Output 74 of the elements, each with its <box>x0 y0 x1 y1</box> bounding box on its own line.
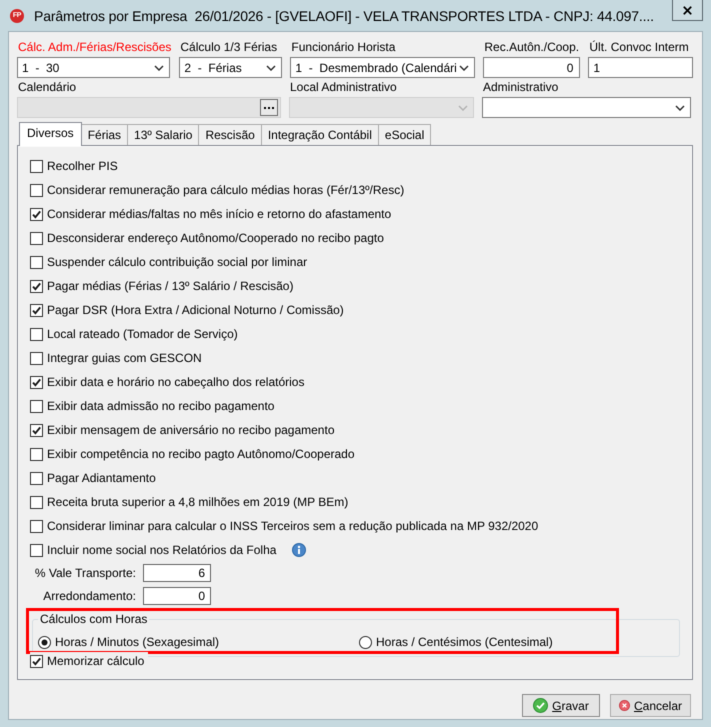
checkbox-label: Considerar remuneração para cálculo médias horas (Fér/13º/Resc) <box>47 183 404 197</box>
radio-button[interactable] <box>38 636 51 648</box>
checkbox-label: Considerar liminar para calcular o INSS Terceiros sem a redução publicada na MP 932/2020 <box>47 519 538 533</box>
chevron-down-icon <box>458 104 468 110</box>
checkbox[interactable] <box>30 376 43 388</box>
window-title: Parâmetros por Empresa 26/01/2026 - [GVELAOFI] - VELA TRANSPORTES LTDA - CNPJ: 44.097.... <box>34 8 654 24</box>
checkbox-label: Desconsiderar endereço Autônomo/Cooperado no recibo pagto <box>47 231 384 245</box>
checkbox-label: Memorizar cálculo <box>47 654 144 668</box>
checkbox[interactable] <box>30 328 43 340</box>
close-icon <box>683 6 692 14</box>
checkbox[interactable] <box>30 256 43 268</box>
chevron-down-icon <box>154 64 164 70</box>
checkbox[interactable] <box>30 352 43 364</box>
field-label: % Vale Transporte: <box>34 566 136 580</box>
chevron-down-icon <box>459 64 470 70</box>
dropdown[interactable] <box>482 97 691 118</box>
field-label: Cálculo 1/3 Férias <box>179 40 278 54</box>
checkbox-label: Suspender cálculo contribuição social por liminar <box>47 255 308 269</box>
checkbox[interactable] <box>30 424 43 436</box>
number-field[interactable]: 0 <box>143 587 211 605</box>
dropdown[interactable]: 2 - Férias <box>179 57 282 78</box>
field-label: Cálc. Adm./Férias/Rescisões <box>17 40 172 54</box>
checkbox[interactable] <box>30 232 43 244</box>
chevron-down-icon <box>675 104 685 110</box>
x-circle-icon <box>619 698 630 713</box>
checkbox[interactable] <box>30 448 43 460</box>
checkbox-label: Exibir data admissão no recibo pagamento <box>47 399 274 413</box>
text-field[interactable]: 1 <box>588 57 694 78</box>
checkbox[interactable] <box>30 544 43 556</box>
number-field[interactable]: 6 <box>143 564 211 582</box>
checkbox[interactable] <box>30 472 43 484</box>
checkbox[interactable] <box>30 496 43 508</box>
chevron-down-icon <box>266 64 276 70</box>
cancel-button[interactable]: Cancelar <box>610 694 691 717</box>
field-label: Local Administrativo <box>289 80 397 94</box>
checkbox-label: Receita bruta superior a 4,8 milhões em 2019 (MP BEm) <box>47 495 348 509</box>
tab[interactable]: Diversos <box>19 122 82 146</box>
checkbox[interactable] <box>30 160 43 172</box>
field-label: Rec.Autôn./Coop. <box>483 40 580 54</box>
radio-button[interactable] <box>359 636 372 648</box>
check-circle-icon <box>533 698 548 713</box>
checkbox[interactable] <box>30 304 43 316</box>
tab[interactable]: eSocial <box>378 124 432 145</box>
checkbox-label: Recolher PIS <box>47 159 118 173</box>
checkbox[interactable] <box>30 400 43 412</box>
close-button[interactable] <box>672 0 703 21</box>
checkbox-label: Considerar médias/faltas no mês início e retorno do afastamento <box>47 207 392 221</box>
group-title: Cálculos com Horas <box>39 612 148 626</box>
radio-label: Horas / Centésimos (Centesimal) <box>376 635 553 649</box>
field-label: Administrativo <box>482 80 558 94</box>
checkbox[interactable] <box>30 654 43 668</box>
checkbox-label: Pagar DSR (Hora Extra / Adicional Noturno / Comissão) <box>47 303 344 317</box>
checkbox-label: Incluir nome social nos Relatórios da Folha <box>47 543 276 557</box>
checkbox-label: Exibir competência no recibo pagto Autônomo/Cooperado <box>47 447 355 461</box>
number-field[interactable]: 0 <box>483 57 580 78</box>
checkbox-label: Local rateado (Tomador de Serviço) <box>47 327 238 341</box>
checkbox[interactable] <box>30 184 43 196</box>
checkbox-label: Pagar médias (Férias / 13º Salário / Rescisão) <box>47 279 294 293</box>
field-label: Últ. Convoc Interm <box>588 40 689 54</box>
checkbox[interactable] <box>30 280 43 292</box>
field-label: Funcionário Horista <box>290 40 396 54</box>
checkbox-label: Pagar Adiantamento <box>47 471 156 485</box>
checkbox[interactable] <box>30 520 43 532</box>
dropdown[interactable]: 1 - 30 <box>17 57 170 78</box>
checkbox[interactable] <box>30 208 43 220</box>
dropdown[interactable]: 1 - Desmembrado (Calendári <box>290 57 476 78</box>
save-button[interactable]: Gravar <box>522 694 600 717</box>
checkbox-label: Exibir mensagem de aniversário no recibo pagamento <box>47 423 334 437</box>
checkbox-label: Exibir data e horário no cabeçalho dos relatórios <box>47 375 304 389</box>
field-label: Arredondamento: <box>42 589 136 603</box>
radio-label: Horas / Minutos (Sexagesimal) <box>55 635 220 649</box>
field-label: Calendário <box>17 80 76 94</box>
info-icon[interactable] <box>292 543 306 557</box>
checkbox-label: Integrar guias com GESCON <box>47 351 202 365</box>
